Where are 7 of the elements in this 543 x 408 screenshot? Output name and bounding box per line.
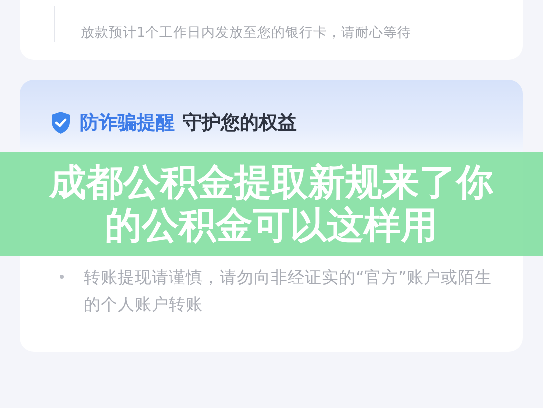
- bullet-icon: [60, 275, 64, 279]
- notice-item: 转账提现请谨慎，请勿向非经证实的“官方”账户或陌生的个人账户转账: [84, 267, 494, 316]
- notice-title: 守护您的权益: [183, 111, 297, 136]
- shield-check-icon: [50, 111, 72, 135]
- banner-title: 成都公积金提取新规来了你的公积金可以这样用: [48, 161, 494, 247]
- status-description: 放款预计1个工作日内发放至您的银行卡，请耐心等待: [81, 24, 412, 42]
- notice-title-highlight: 防诈骗提醒: [80, 111, 175, 136]
